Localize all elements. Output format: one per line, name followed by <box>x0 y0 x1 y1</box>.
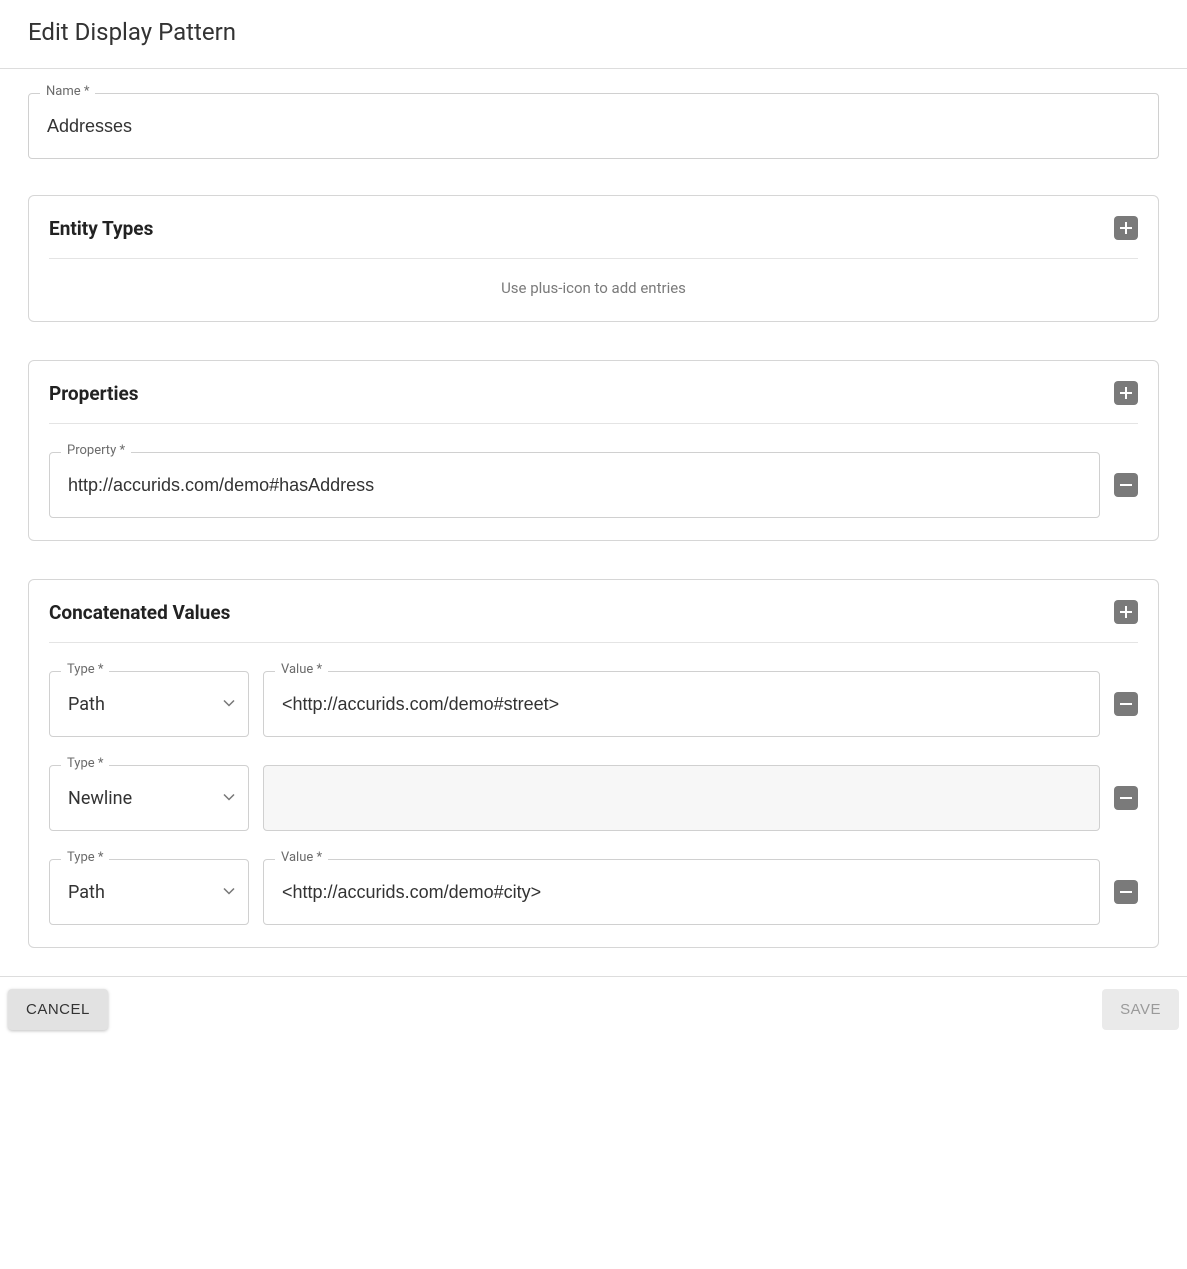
concat-row: Type * Path Value * <box>49 859 1138 925</box>
minus-icon <box>1118 477 1134 493</box>
type-label: Type * <box>61 662 109 677</box>
type-label: Type * <box>61 756 109 771</box>
value-field-wrap: Value * <box>263 671 1100 737</box>
add-entity-type-button[interactable] <box>1114 216 1138 240</box>
name-input[interactable] <box>28 93 1159 159</box>
remove-property-button[interactable] <box>1114 473 1138 497</box>
type-select[interactable]: Path <box>49 859 249 925</box>
type-select[interactable]: Newline <box>49 765 249 831</box>
type-value: Newline <box>68 788 132 809</box>
remove-concat-button[interactable] <box>1114 692 1138 716</box>
entity-types-empty-hint: Use plus-icon to add entries <box>49 259 1138 299</box>
entity-types-title: Entity Types <box>49 217 153 240</box>
value-field-wrap <box>263 765 1100 831</box>
type-select-wrap: Type * Path <box>49 671 249 737</box>
chevron-down-icon <box>223 695 235 714</box>
type-value: Path <box>68 694 105 715</box>
property-label: Property * <box>61 443 131 458</box>
property-input[interactable] <box>49 452 1100 518</box>
concat-row: Type * Newline <box>49 765 1138 831</box>
property-row: Property * <box>49 452 1138 518</box>
add-concat-button[interactable] <box>1114 600 1138 624</box>
type-select-wrap: Type * Path <box>49 859 249 925</box>
name-label: Name * <box>40 84 95 99</box>
type-select[interactable]: Path <box>49 671 249 737</box>
plus-icon <box>1118 604 1134 620</box>
minus-icon <box>1118 790 1134 806</box>
remove-concat-button[interactable] <box>1114 786 1138 810</box>
concat-title: Concatenated Values <box>49 601 230 624</box>
value-input[interactable] <box>263 671 1100 737</box>
concat-row: Type * Path Value * <box>49 671 1138 737</box>
save-button[interactable]: SAVE <box>1102 989 1179 1030</box>
cancel-button[interactable]: CANCEL <box>8 989 108 1030</box>
add-property-button[interactable] <box>1114 381 1138 405</box>
name-field-wrap: Name * <box>28 93 1159 159</box>
value-input[interactable] <box>263 859 1100 925</box>
value-field-wrap: Value * <box>263 859 1100 925</box>
properties-head: Properties <box>49 381 1138 424</box>
dialog-header: Edit Display Pattern <box>0 0 1187 69</box>
properties-title: Properties <box>49 382 139 405</box>
type-select-wrap: Type * Newline <box>49 765 249 831</box>
dialog-footer: CANCEL SAVE <box>0 976 1187 1042</box>
entity-types-card: Entity Types Use plus-icon to add entrie… <box>28 195 1159 322</box>
concat-card: Concatenated Values Type * Path Value * <box>28 579 1159 948</box>
plus-icon <box>1118 385 1134 401</box>
property-field-wrap: Property * <box>49 452 1100 518</box>
page-title: Edit Display Pattern <box>28 18 1159 46</box>
form-content: Name * Entity Types Use plus-icon to add… <box>0 69 1187 976</box>
chevron-down-icon <box>223 789 235 808</box>
entity-types-head: Entity Types <box>49 216 1138 259</box>
value-input-disabled <box>263 765 1100 831</box>
type-value: Path <box>68 882 105 903</box>
concat-head: Concatenated Values <box>49 600 1138 643</box>
value-label: Value * <box>275 662 328 677</box>
minus-icon <box>1118 696 1134 712</box>
properties-card: Properties Property * <box>28 360 1159 541</box>
type-label: Type * <box>61 850 109 865</box>
chevron-down-icon <box>223 883 235 902</box>
plus-icon <box>1118 220 1134 236</box>
minus-icon <box>1118 884 1134 900</box>
value-label: Value * <box>275 850 328 865</box>
remove-concat-button[interactable] <box>1114 880 1138 904</box>
